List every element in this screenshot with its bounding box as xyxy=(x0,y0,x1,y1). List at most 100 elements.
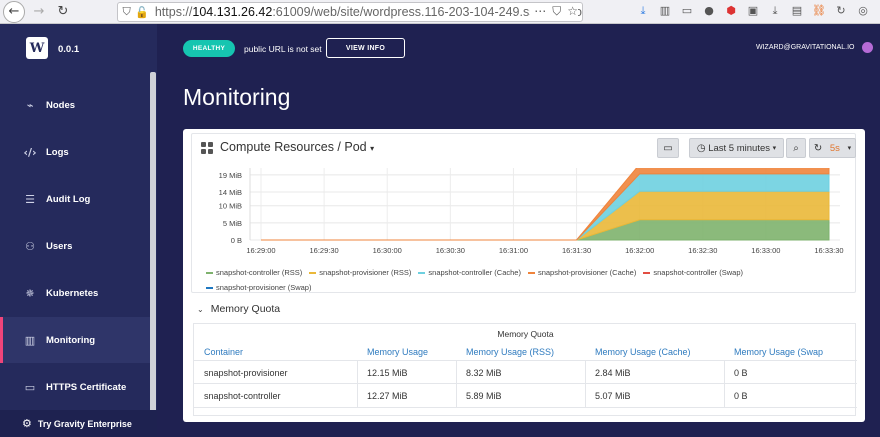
x-tick-label: 16:32:30 xyxy=(688,246,717,255)
tv-mode-button[interactable]: ▭ xyxy=(657,138,679,158)
url-bar[interactable]: ⛉ 🔓 https://104.131.26.42:61009/web/site… xyxy=(117,2,583,22)
table-cell: 12.15 MiB xyxy=(367,368,408,378)
sidebar-scrollbar[interactable] xyxy=(150,72,156,412)
dark-mode-icon[interactable]: ◎ xyxy=(856,4,870,18)
browser-toolbar: ← → ↻ ⛉ 🔓 https://104.131.26.42:61009/we… xyxy=(0,0,880,24)
shield-icon: ⛉ xyxy=(122,5,131,18)
list-icon: ☰ xyxy=(25,192,35,206)
legend-item[interactable]: snapshot-provisioner (Swap) xyxy=(206,281,311,295)
column-divider xyxy=(724,360,725,407)
bookmark-star-icon[interactable]: ☆ xyxy=(567,4,578,19)
legend-item[interactable]: snapshot-provisioner (Cache) xyxy=(527,266,637,280)
legend-item[interactable]: snapshot-controller (RSS) xyxy=(206,266,302,280)
table-cell: 0 B xyxy=(734,368,748,378)
bookmark-manager-icon[interactable]: ▤ xyxy=(790,4,804,18)
y-tick-label: 10 MiB xyxy=(219,202,242,211)
public-url-text: public URL is not set xyxy=(244,44,322,54)
column-divider xyxy=(357,360,358,407)
row-divider xyxy=(194,360,857,361)
adblock-icon[interactable]: ⬢ xyxy=(724,4,738,18)
row-divider xyxy=(194,407,857,408)
table-title: Memory Quota xyxy=(497,329,554,339)
x-tick-label: 16:30:30 xyxy=(436,246,465,255)
column-header[interactable]: Memory Usage (Cache) xyxy=(595,347,691,357)
page-title: Monitoring xyxy=(183,84,291,110)
link-icon[interactable]: ⛓ xyxy=(812,4,826,18)
column-header[interactable]: Container xyxy=(204,347,243,357)
time-range-picker[interactable]: ◷ Last 5 minutes ▾ xyxy=(689,138,784,158)
sidebar-item-label: HTTPS Certificate xyxy=(46,381,127,393)
sidebar-icon[interactable]: ▭ xyxy=(680,4,694,18)
extension-icon[interactable]: ▣ xyxy=(746,4,760,18)
sidebar-item-label: Users xyxy=(46,240,73,252)
legend-swatch xyxy=(206,287,213,289)
page-actions-icon[interactable]: ⋯ xyxy=(534,4,546,19)
try-enterprise-link[interactable]: ⚙ Try Gravity Enterprise xyxy=(0,410,157,437)
sidebar-item-logs[interactable]: ‹/› Logs xyxy=(0,129,150,175)
download-icon[interactable]: ⤓ xyxy=(636,4,650,18)
avatar[interactable] xyxy=(862,42,873,53)
reload-icon[interactable]: ↻ xyxy=(53,2,73,22)
table-cell: 5.89 MiB xyxy=(466,391,502,401)
wordpress-logo-icon[interactable]: W xyxy=(26,37,48,59)
dashboard-title[interactable]: Compute Resources / Pod ▾ xyxy=(220,140,374,154)
legend-label: snapshot-provisioner (Cache) xyxy=(537,268,637,277)
legend-label: snapshot-controller (Swap) xyxy=(653,268,743,277)
code-icon: ‹/› xyxy=(23,145,37,159)
refresh-icon: ↻ xyxy=(813,142,823,154)
download-manager-icon[interactable]: ⤓ xyxy=(768,4,782,18)
try-enterprise-label: Try Gravity Enterprise xyxy=(37,418,132,429)
sidebar-item-label: Kubernetes xyxy=(46,287,99,299)
memory-quota-table: Memory Quota Container Memory Usage Memo… xyxy=(193,323,857,416)
monitor-icon: ▭ xyxy=(663,142,673,154)
x-tick-label: 16:33:00 xyxy=(751,246,780,255)
legend-swatch xyxy=(206,272,213,274)
url-text: https://104.131.26.42:61009/web/site/wor… xyxy=(154,5,582,19)
library-icon[interactable]: ▥ xyxy=(658,4,672,18)
caret-down-icon: ▾ xyxy=(370,144,375,153)
monitoring-panel: Compute Resources / Pod ▾ ▭ ◷ Last 5 min… xyxy=(183,129,865,422)
user-email[interactable]: WIZARD@GRAVITATIONAL.IO xyxy=(756,44,855,51)
chart-legend: snapshot-controller (RSS) snapshot-provis… xyxy=(206,265,846,295)
memory-quota-row-header[interactable]: ⌄ Memory Quota xyxy=(197,303,280,315)
y-tick-label: 14 MiB xyxy=(219,188,242,197)
back-arrow-icon[interactable]: ← xyxy=(3,0,25,23)
legend-swatch xyxy=(527,272,535,274)
caret-down-icon: ▾ xyxy=(772,144,777,152)
legend-item[interactable]: snapshot-controller (Swap) xyxy=(643,266,743,280)
column-header[interactable]: Memory Usage (RSS) xyxy=(466,347,554,357)
chart-icon: ▥ xyxy=(24,333,36,347)
legend-item[interactable]: snapshot-provisioner (RSS) xyxy=(309,266,411,280)
sidebar-item-users[interactable]: ⚇ Users xyxy=(0,223,150,269)
sidebar-item-nodes[interactable]: ⌁ Nodes xyxy=(0,82,150,128)
extension-refresh-icon[interactable]: ↻ xyxy=(834,4,848,18)
kubernetes-icon: ✵ xyxy=(25,286,35,300)
legend-label: snapshot-provisioner (RSS) xyxy=(319,268,412,277)
sidebar: W 0.0.1 ⌁ Nodes ‹/› Logs ☰ Audit Log ⚇ Users… xyxy=(0,24,157,437)
table-cell: 5.07 MiB xyxy=(595,391,631,401)
account-icon[interactable]: ● xyxy=(702,4,716,18)
search-icon: ⌕ xyxy=(793,142,799,154)
sidebar-item-label: Nodes xyxy=(46,99,76,111)
chart-series xyxy=(261,168,830,241)
lock-warning-icon: 🔓 xyxy=(135,5,149,19)
sidebar-item-monitoring[interactable]: ▥ Monitoring xyxy=(0,317,150,363)
sidebar-item-kubernetes[interactable]: ✵ Kubernetes xyxy=(0,270,150,316)
pocket-icon[interactable]: ⛉ xyxy=(552,4,561,19)
column-header[interactable]: Memory Usage xyxy=(367,347,428,357)
section-label: Memory Quota xyxy=(210,303,281,315)
sidebar-item-label: Logs xyxy=(46,146,69,158)
table-cell: 8.32 MiB xyxy=(466,368,502,378)
x-tick-label: 16:31:00 xyxy=(499,246,528,255)
forward-arrow-icon[interactable]: → xyxy=(29,2,49,22)
sidebar-item-audit-log[interactable]: ☰ Audit Log xyxy=(0,176,150,222)
zoom-out-button[interactable]: ⌕ xyxy=(786,138,806,158)
column-header[interactable]: Memory Usage (Swap xyxy=(734,347,856,357)
view-info-button[interactable]: VIEW INFO xyxy=(326,38,405,58)
legend-item[interactable]: snapshot-controller (Cache) xyxy=(418,266,521,280)
refresh-picker[interactable]: ↻ 5s ▾ xyxy=(809,138,856,158)
sidebar-item-https-certificate[interactable]: ▭ HTTPS Certificate xyxy=(0,364,150,410)
y-tick-label: 5 MiB xyxy=(223,219,242,228)
sidebar-item-label: Audit Log xyxy=(46,193,91,205)
table-cell: snapshot-provisioner xyxy=(204,368,288,378)
